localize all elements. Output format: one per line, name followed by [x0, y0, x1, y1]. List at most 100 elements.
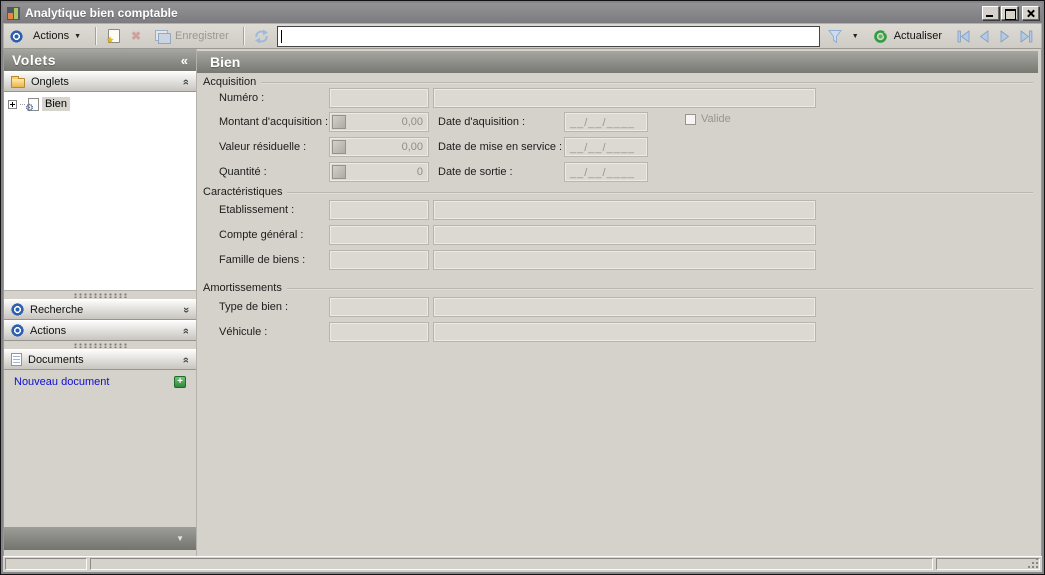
command-input[interactable]	[276, 25, 820, 47]
refresh-button[interactable]: Actualiser	[867, 27, 948, 46]
filter-button[interactable]	[826, 28, 844, 45]
panel-splitter-handle[interactable]	[4, 291, 196, 299]
tree-item-label[interactable]: Bien	[42, 97, 71, 111]
section-label-documents: Documents	[28, 353, 84, 366]
toolbar: Actions ▼ ✖ Enregistrer ▼	[3, 23, 1042, 49]
numero-label: Numéro :	[219, 92, 265, 104]
recherche-target-icon	[11, 303, 24, 316]
montant-acquisition-label: Montant d'acquisition :	[219, 116, 329, 128]
window-title: Analytique bien comptable	[25, 6, 178, 20]
document-icon	[11, 353, 22, 366]
sidebar-header: Volets «	[4, 49, 196, 71]
tree-item-bien[interactable]: Bien	[8, 97, 192, 114]
amount-button-icon[interactable]	[332, 140, 346, 154]
toolbar-separator	[242, 27, 245, 45]
nav-next-icon	[1000, 29, 1010, 43]
sync-button[interactable]	[253, 28, 271, 45]
nav-previous-button[interactable]	[975, 28, 993, 45]
famille-biens-label: Famille de biens :	[219, 254, 306, 266]
group-amortissements: Amortissements	[203, 281, 1033, 295]
refresh-button-label: Actualiser	[893, 30, 942, 42]
close-button[interactable]	[1022, 6, 1039, 20]
compte-general-description-field[interactable]	[433, 225, 816, 245]
save-button[interactable]: Enregistrer	[149, 28, 235, 44]
date-sortie-label: Date de sortie :	[438, 166, 513, 178]
footer-dropdown-icon[interactable]: ▼	[176, 534, 184, 543]
date-mise-en-service-field[interactable]: __/__/____	[564, 137, 648, 157]
delete-record-button[interactable]: ✖	[127, 28, 145, 45]
add-document-icon[interactable]: +	[174, 376, 186, 388]
etablissement-code-field[interactable]	[329, 200, 429, 220]
main-content: Bien Acquisition Numéro : Montant d'acqu…	[197, 49, 1041, 556]
amount-button-icon[interactable]	[332, 165, 346, 179]
valide-checkbox[interactable]	[685, 113, 696, 125]
status-bar	[3, 556, 1042, 572]
nav-first-icon	[957, 29, 969, 43]
section-header-recherche[interactable]: Recherche »	[4, 299, 196, 320]
app-icon	[7, 6, 20, 20]
section-header-onglets[interactable]: Onglets »	[4, 71, 196, 92]
quantite-field[interactable]: 0	[329, 162, 429, 182]
resize-grip[interactable]	[1036, 566, 1038, 568]
sidebar-footer-bar[interactable]: ▼	[4, 527, 196, 550]
type-bien-label: Type de bien :	[219, 301, 289, 313]
group-title: Amortissements	[203, 282, 282, 294]
status-panel-left	[5, 558, 87, 570]
bien-page-gear-icon	[25, 97, 39, 114]
section-header-documents[interactable]: Documents »	[4, 349, 196, 370]
delete-icon: ✖	[130, 29, 142, 43]
sidebar-volets: Volets « Onglets » Bien Recherche	[4, 49, 197, 556]
montant-acquisition-field[interactable]: 0,00	[329, 112, 429, 132]
type-bien-code-field[interactable]	[329, 297, 429, 317]
compte-general-code-field[interactable]	[329, 225, 429, 245]
nav-first-button[interactable]	[954, 28, 972, 45]
actions-menu-button[interactable]: Actions ▼	[27, 28, 87, 44]
chevron-up-icon[interactable]: »	[180, 327, 192, 333]
famille-biens-code-field[interactable]	[329, 250, 429, 270]
group-caracteristiques: Caractéristiques	[203, 185, 1033, 199]
amount-button-icon[interactable]	[332, 115, 346, 129]
new-record-button[interactable]	[105, 28, 123, 46]
type-bien-description-field[interactable]	[433, 297, 816, 317]
vehicule-description-field[interactable]	[433, 322, 816, 342]
numero-description-field[interactable]	[433, 88, 816, 108]
sidebar-collapse-button[interactable]: «	[181, 53, 188, 68]
valeur-residuelle-field[interactable]: 0,00	[329, 137, 429, 157]
quantite-label: Quantité :	[219, 166, 267, 178]
date-aquisition-field[interactable]: __/__/____	[564, 112, 648, 132]
section-label-onglets: Onglets	[31, 75, 69, 88]
status-panel-right	[936, 558, 1040, 570]
chevron-up-icon[interactable]: »	[180, 78, 192, 84]
maximize-button[interactable]	[1001, 6, 1018, 20]
refresh-icon	[873, 29, 888, 43]
onglets-tree: Bien	[4, 92, 196, 291]
chevron-down-icon[interactable]: »	[180, 306, 192, 312]
tree-expand-icon[interactable]	[8, 99, 17, 109]
famille-biens-description-field[interactable]	[433, 250, 816, 270]
valeur-residuelle-value: 0,00	[401, 141, 423, 153]
minimize-button[interactable]	[982, 6, 999, 20]
chevron-up-icon[interactable]: »	[180, 356, 192, 362]
app-window: Analytique bien comptable Actions ▼ ✖ En…	[0, 0, 1045, 575]
etablissement-description-field[interactable]	[433, 200, 816, 220]
vehicule-code-field[interactable]	[329, 322, 429, 342]
group-title: Caractéristiques	[203, 186, 283, 198]
filter-funnel-icon	[827, 30, 842, 44]
group-divider	[261, 81, 1033, 84]
filter-dropdown-icon[interactable]: ▼	[852, 33, 859, 40]
valide-label: Valide	[701, 113, 731, 125]
numero-code-field[interactable]	[329, 88, 429, 108]
save-button-label: Enregistrer	[175, 30, 229, 42]
nav-last-button[interactable]	[1017, 28, 1035, 45]
vehicule-label: Véhicule :	[219, 326, 268, 338]
new-document-link[interactable]: Nouveau document	[14, 376, 174, 388]
panel-splitter-handle[interactable]	[4, 341, 196, 349]
content-title: Bien	[197, 51, 1038, 73]
date-mise-en-service-label: Date de mise en service :	[438, 141, 563, 153]
section-header-actions[interactable]: Actions »	[4, 320, 196, 341]
actions-target-icon	[10, 29, 23, 43]
date-sortie-field[interactable]: __/__/____	[564, 162, 648, 182]
valide-checkbox-row: Valide	[685, 113, 731, 125]
actions-menu-label: Actions	[33, 30, 70, 42]
nav-next-button[interactable]	[996, 28, 1014, 45]
